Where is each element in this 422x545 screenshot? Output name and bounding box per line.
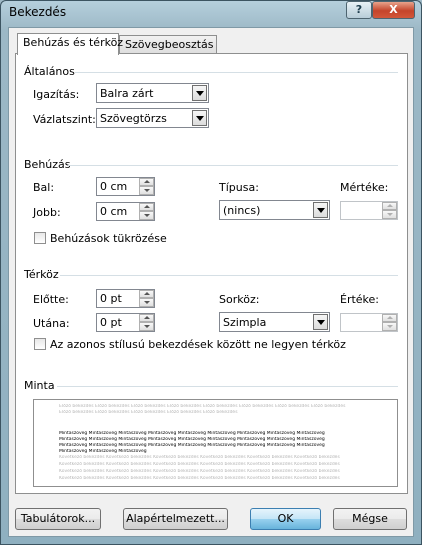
line-spacing-select[interactable]: Szimpla (219, 312, 330, 332)
indent-left-value: 0 cm (100, 180, 128, 193)
preview-next-line: Következő bekezdés Következő bekezdés Kö… (59, 476, 340, 481)
outline-level-label: Vázlatszint: (33, 113, 96, 126)
special-indent-select[interactable]: (nincs) (219, 200, 330, 220)
chevron-down-icon[interactable] (313, 202, 328, 218)
spin-down-icon[interactable] (382, 322, 397, 331)
spin-up-icon[interactable] (139, 290, 154, 298)
spacing-after-value: 0 pt (100, 316, 122, 329)
indent-by-label: Mértéke: (340, 181, 389, 194)
ok-button[interactable]: OK (250, 508, 321, 530)
spin-up-icon[interactable] (382, 314, 397, 322)
line-spacing-label: Sorköz: (219, 293, 260, 306)
indent-right-spinner[interactable]: 0 cm (96, 202, 155, 221)
spin-up-icon[interactable] (382, 202, 397, 210)
spacing-after-spinner[interactable]: 0 pt (96, 313, 155, 332)
indent-right-label: Jobb: (33, 206, 61, 219)
no-space-same-style-checkbox[interactable] (34, 338, 46, 350)
spin-down-icon[interactable] (139, 322, 154, 331)
alignment-label: Igazítás: (33, 88, 80, 101)
line-spacing-at-spinner[interactable] (340, 313, 398, 332)
spacing-after-label: Utána: (33, 317, 70, 330)
separator (60, 275, 398, 276)
line-spacing-value: Szimpla (223, 316, 267, 329)
section-preview-header: Minta (24, 379, 55, 392)
chevron-down-icon[interactable] (192, 85, 207, 101)
separator (68, 165, 398, 166)
help-button[interactable]: ? (346, 1, 372, 19)
indent-left-label: Bal: (33, 181, 55, 194)
separator (57, 386, 398, 387)
no-space-same-style-label: Az azonos stílusú bekezdések között ne l… (50, 338, 346, 351)
indent-by-spinner[interactable] (340, 201, 398, 220)
close-button[interactable]: X (372, 1, 415, 19)
chevron-down-icon[interactable] (313, 314, 328, 330)
preview-box: Előző bekezdés Előző bekezdés Előző beke… (33, 399, 398, 487)
alignment-select[interactable]: Balra zárt (96, 83, 209, 103)
chevron-down-icon[interactable] (192, 110, 207, 126)
spacing-before-value: 0 pt (100, 292, 122, 305)
preview-next-line: Következő bekezdés Következő bekezdés Kö… (59, 462, 340, 467)
window-title: Bekezdés (9, 5, 67, 19)
spin-down-icon[interactable] (139, 186, 154, 195)
preview-next-line: Következő bekezdés Következő bekezdés Kö… (59, 469, 340, 474)
preview-prev-line: Előző bekezdés Előző bekezdés Előző beke… (59, 410, 238, 415)
section-general-header: Általános (24, 65, 75, 78)
special-indent-value: (nincs) (223, 204, 261, 217)
outline-level-select[interactable]: Szövegtörzs (96, 108, 209, 128)
line-spacing-at-label: Értéke: (340, 293, 380, 306)
section-spacing-header: Térköz (24, 268, 59, 281)
set-as-default-button[interactable]: Alapértelmezett... (123, 508, 228, 530)
cancel-button[interactable]: Mégse (333, 508, 407, 530)
tab-indents-spacing[interactable]: Behúzás és térköz (17, 33, 123, 55)
alignment-value: Balra zárt (100, 87, 154, 100)
indent-left-spinner[interactable]: 0 cm (96, 177, 155, 196)
mirror-indents-checkbox[interactable] (34, 232, 46, 244)
section-indentation-header: Behúzás (24, 158, 71, 171)
spin-up-icon[interactable] (139, 178, 154, 186)
mirror-indents-label: Behúzások tükrözése (50, 232, 167, 245)
special-indent-label: Típusa: (219, 181, 259, 194)
separator (75, 72, 398, 73)
preview-next-line: Következő bekezdés Következő bekezdés Kö… (59, 455, 340, 460)
spin-up-icon[interactable] (139, 203, 154, 211)
spin-down-icon[interactable] (139, 211, 154, 220)
spin-down-icon[interactable] (382, 210, 397, 219)
spacing-before-label: Előtte: (33, 293, 69, 306)
tab-line-page-breaks[interactable]: Szövegbeosztás (119, 35, 217, 55)
indent-right-value: 0 cm (100, 205, 128, 218)
spin-down-icon[interactable] (139, 298, 154, 307)
tabs-button[interactable]: Tabulátorok... (15, 508, 101, 530)
spin-up-icon[interactable] (139, 314, 154, 322)
spacing-before-spinner[interactable]: 0 pt (96, 289, 155, 308)
outline-level-value: Szövegtörzs (100, 112, 167, 125)
